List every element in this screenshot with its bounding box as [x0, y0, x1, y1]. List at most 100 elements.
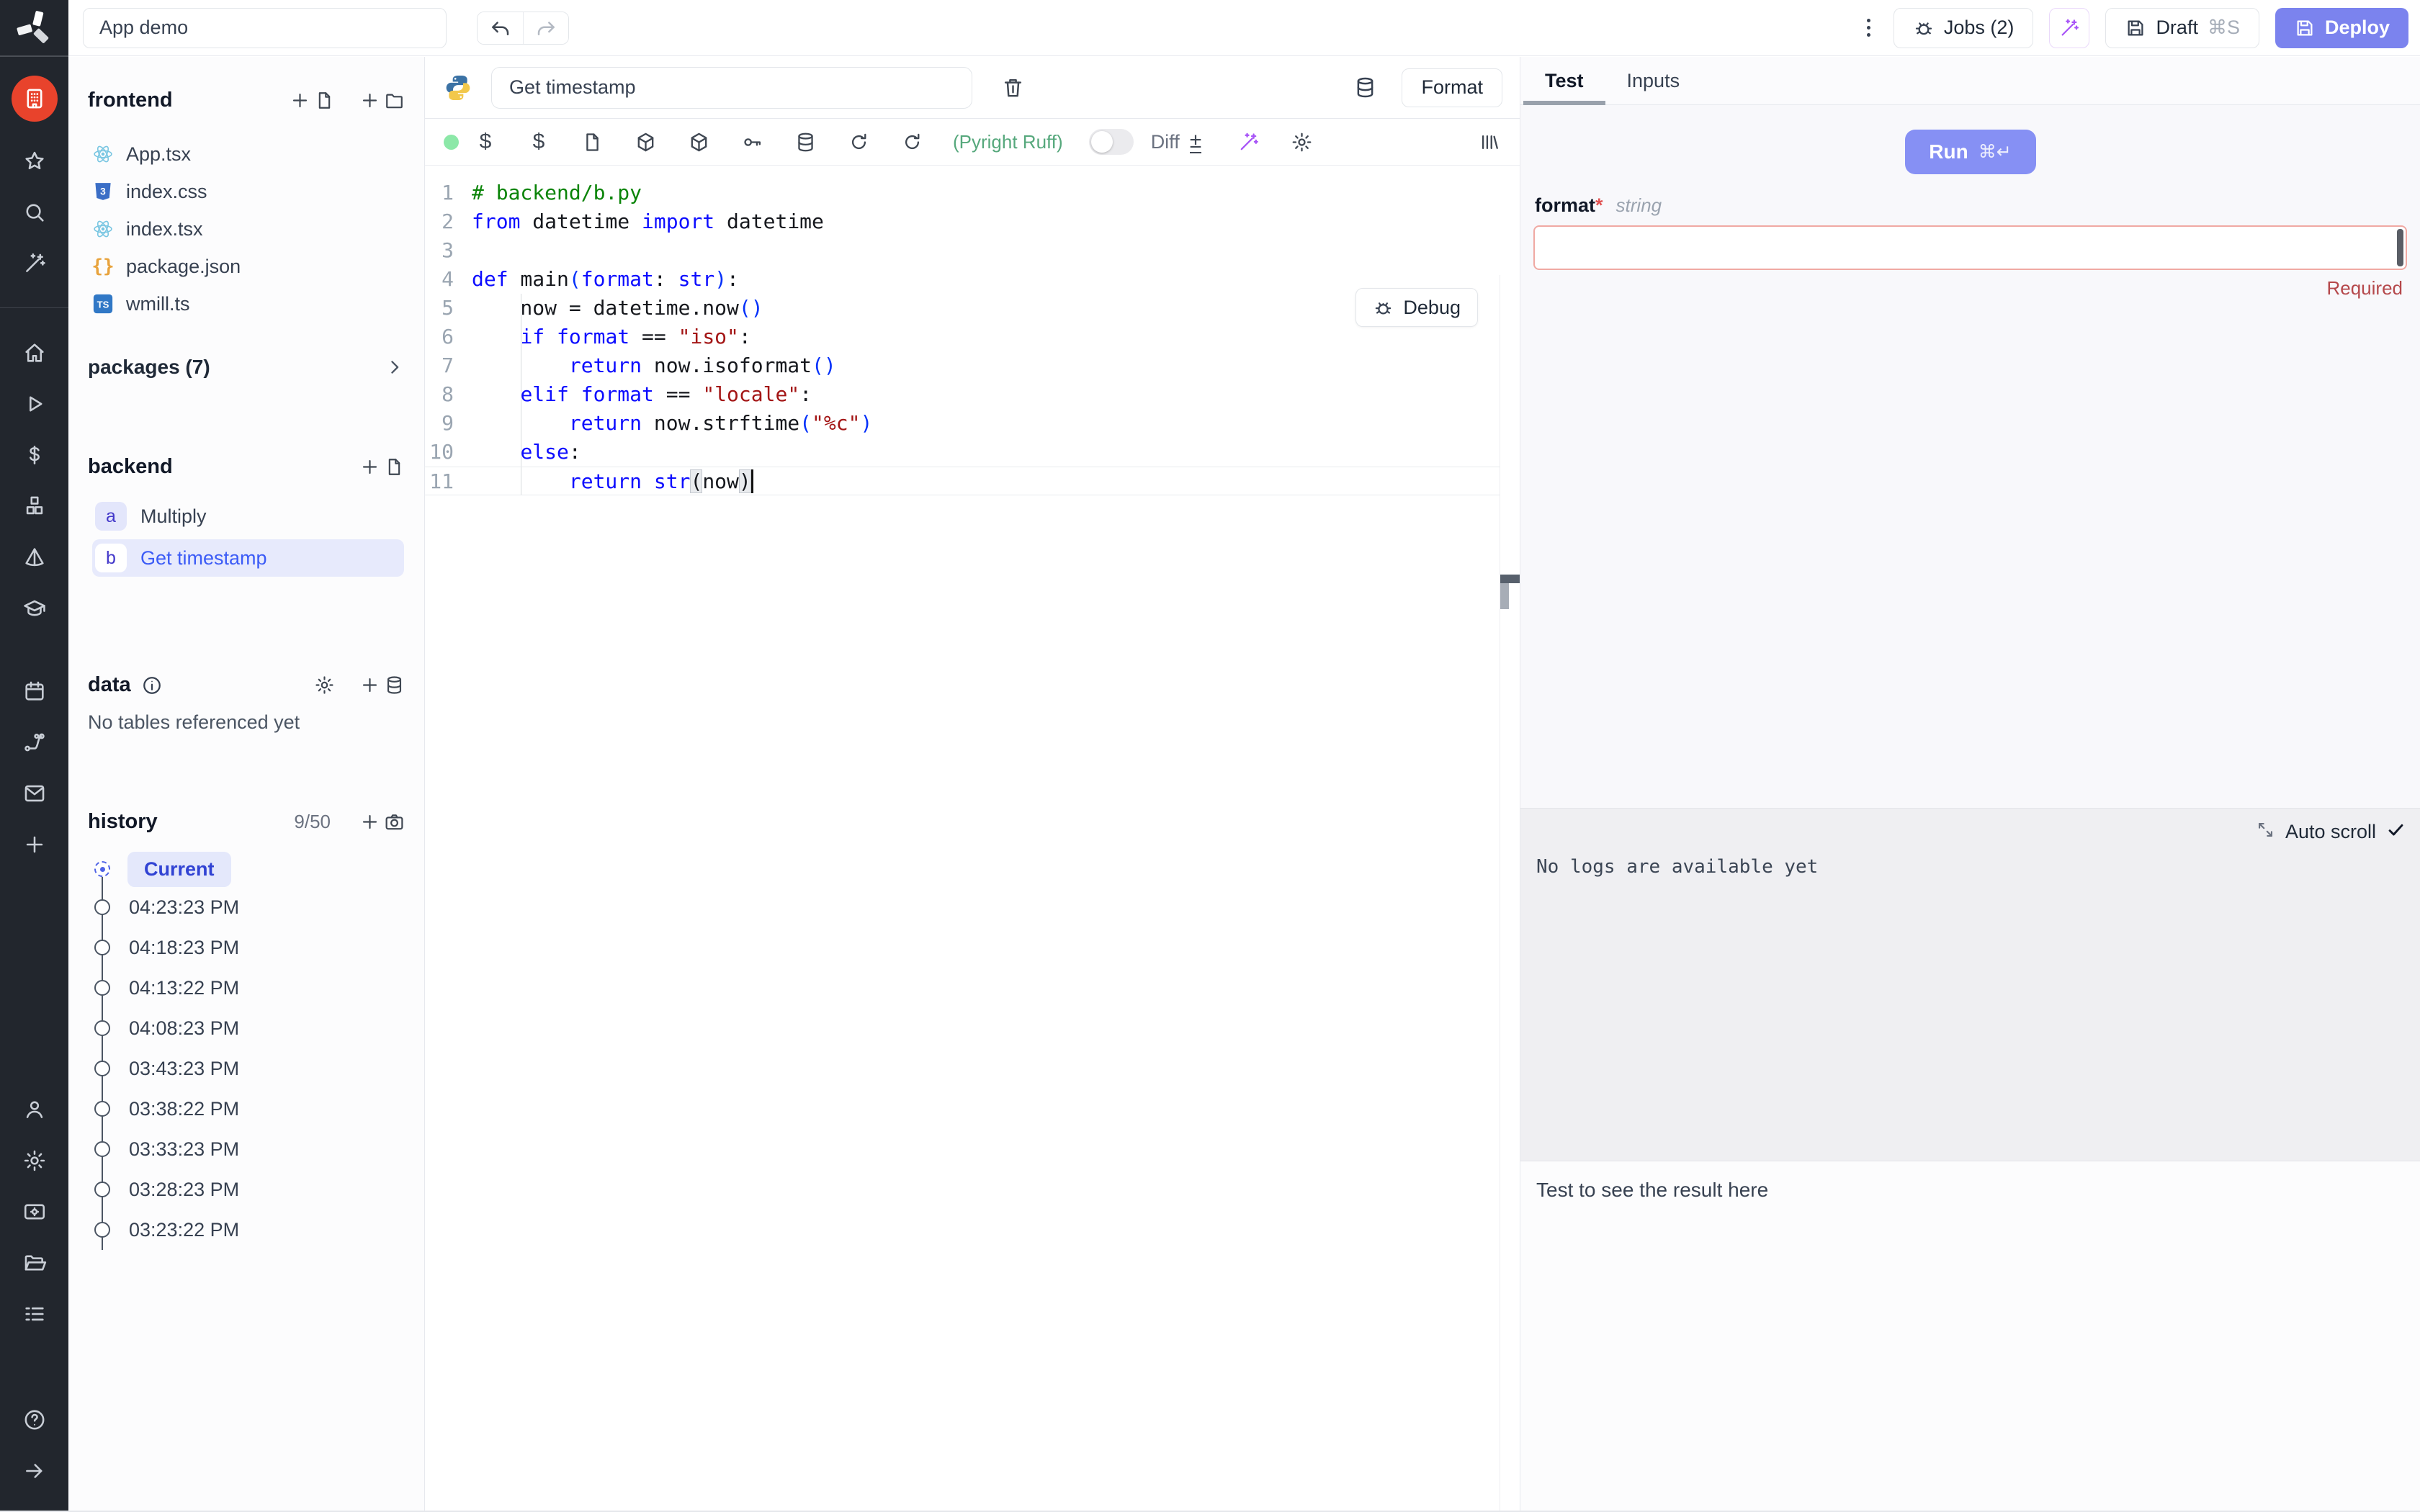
dollar-tool-button[interactable]: $	[526, 130, 551, 154]
expand-logs-button[interactable]	[2256, 820, 2275, 843]
undo-button[interactable]	[478, 12, 523, 44]
more-menu-button[interactable]	[1860, 13, 1878, 42]
rail-item-graduation-cap[interactable]	[12, 591, 58, 626]
rail-item-home[interactable]	[12, 336, 58, 370]
rail-item-app-building[interactable]	[12, 76, 58, 122]
code-line-10[interactable]: 10 else:	[425, 438, 1520, 467]
package-tool-button[interactable]	[686, 130, 711, 154]
rail-item-mail[interactable]	[12, 776, 58, 811]
undo-redo-group	[477, 12, 569, 45]
rail-item-prism[interactable]	[12, 540, 58, 575]
editor-scrollbar[interactable]	[1500, 275, 1520, 1512]
rail-item-play[interactable]	[12, 387, 58, 421]
history-entry-row[interactable]: 04:08:23 PM	[68, 1008, 424, 1048]
rail-item-calendar[interactable]	[12, 674, 58, 708]
code-line-8[interactable]: 8 elif format == "locale":	[425, 380, 1520, 409]
debug-button[interactable]: Debug	[1355, 288, 1478, 327]
rail-item-user[interactable]	[12, 1092, 58, 1127]
diff-plusminus-icon[interactable]: ±	[1190, 130, 1201, 153]
tab-inputs[interactable]: Inputs	[1605, 57, 1702, 104]
add-file-button[interactable]	[290, 90, 335, 111]
code-line-7[interactable]: 7 return now.isoformat()	[425, 351, 1520, 380]
library-button[interactable]	[1476, 130, 1501, 154]
code-line-9[interactable]: 9 return now.strftime("%c")	[425, 409, 1520, 438]
code-line-11[interactable]: 11 return str(now)	[425, 467, 1520, 495]
add-folder-button[interactable]	[359, 90, 405, 111]
app-title-input[interactable]	[83, 8, 447, 48]
file-tool-button[interactable]	[580, 130, 604, 154]
code-line-1[interactable]: 1# backend/b.py	[425, 179, 1520, 207]
home-icon	[22, 341, 47, 365]
jobs-button[interactable]: Jobs (2)	[1894, 8, 2034, 48]
take-snapshot-button[interactable]	[359, 811, 405, 832]
add-script-button[interactable]	[359, 456, 405, 477]
rail-item-magic-wand[interactable]	[12, 246, 58, 281]
code-area[interactable]: 1# backend/b.py2from datetime import dat…	[425, 166, 1520, 1512]
mail-icon	[22, 781, 47, 806]
script-row-get-timestamp[interactable]: bGet timestamp	[92, 539, 404, 577]
history-entry-row[interactable]: 04:18:23 PM	[68, 927, 424, 968]
refresh-tool-button[interactable]	[846, 130, 871, 154]
rail-item-list[interactable]	[12, 1297, 58, 1331]
refresh-tool-button[interactable]	[900, 130, 924, 154]
frontend-file-list: App.tsx3index.cssindex.tsx{}package.json…	[68, 135, 424, 323]
checker-label[interactable]: (Pyright Ruff)	[953, 131, 1063, 153]
file-row-package.json[interactable]: {}package.json	[68, 248, 424, 285]
rail-item-arrow-right[interactable]	[12, 1454, 58, 1488]
run-button[interactable]: Run ⌘↵	[1905, 130, 2036, 174]
scrollbar-thumb[interactable]	[1500, 583, 1509, 609]
rail-item-gear[interactable]	[12, 1143, 58, 1178]
format-input[interactable]	[1535, 227, 2406, 269]
code-line-6[interactable]: 6 if format == "iso":	[425, 323, 1520, 351]
file-row-wmill.ts[interactable]: TSwmill.ts	[68, 285, 424, 323]
file-row-index.tsx[interactable]: index.tsx	[68, 210, 424, 248]
dollar-tool-button[interactable]: $	[473, 130, 498, 154]
rail-item-dollar[interactable]	[12, 438, 58, 472]
packages-row[interactable]: packages (7)	[88, 348, 405, 386]
windmill-logo[interactable]	[15, 9, 54, 48]
history-entry-row[interactable]: 03:38:22 PM	[68, 1089, 424, 1129]
history-entry-row[interactable]: 04:23:23 PM	[68, 887, 424, 927]
datasources-button[interactable]	[1353, 76, 1377, 99]
rail-item-star[interactable]	[12, 144, 58, 179]
code-line-2[interactable]: 2from datetime import datetime	[425, 207, 1520, 236]
code-line-3[interactable]: 3	[425, 236, 1520, 265]
delete-script-button[interactable]	[1001, 76, 1025, 99]
textarea-scrollbar[interactable]	[2397, 229, 2403, 266]
add-table-button[interactable]	[359, 675, 405, 696]
key-tool-button[interactable]	[740, 130, 764, 154]
rail-item-search[interactable]	[12, 195, 58, 230]
rail-item-cubes[interactable]	[12, 489, 58, 523]
draft-label: Draft	[2156, 17, 2198, 39]
ai-wand-button[interactable]	[2049, 8, 2089, 48]
history-entry-row[interactable]: 03:33:23 PM	[68, 1129, 424, 1169]
draft-button[interactable]: Draft ⌘S	[2105, 8, 2259, 48]
code-line-4[interactable]: 4def main(format: str):	[425, 265, 1520, 294]
editor-settings-button[interactable]	[1289, 130, 1314, 154]
data-settings-button[interactable]	[314, 675, 335, 696]
history-entry-row[interactable]: 03:28:23 PM	[68, 1169, 424, 1210]
history-entry-row[interactable]: 03:23:22 PM	[68, 1210, 424, 1250]
format-button[interactable]: Format	[1402, 68, 1502, 107]
file-row-index.css[interactable]: 3index.css	[68, 173, 424, 210]
diff-toggle[interactable]	[1089, 129, 1134, 155]
script-row-multiply[interactable]: aMultiply	[92, 498, 404, 535]
history-current-row[interactable]: Current	[68, 851, 424, 887]
auto-scroll-checkbox[interactable]	[2386, 820, 2406, 843]
rail-item-plus[interactable]	[12, 827, 58, 862]
ai-assistant-button[interactable]	[1236, 130, 1260, 154]
deploy-button[interactable]: Deploy	[2275, 8, 2408, 48]
history-entry-row[interactable]: 03:43:23 PM	[68, 1048, 424, 1089]
rail-item-folder-open[interactable]	[12, 1246, 58, 1280]
redo-button[interactable]	[523, 12, 568, 44]
package-tool-button[interactable]	[633, 130, 658, 154]
rail-item-flow[interactable]	[12, 725, 58, 760]
script-name-input[interactable]	[491, 67, 972, 109]
rail-item-help[interactable]	[12, 1403, 58, 1437]
history-entry-row[interactable]: 04:13:22 PM	[68, 968, 424, 1008]
rail-item-worker-card[interactable]	[12, 1194, 58, 1229]
database-tool-button[interactable]	[793, 130, 817, 154]
tab-test[interactable]: Test	[1523, 57, 1605, 104]
braces-icon: {}	[91, 256, 114, 277]
file-row-App.tsx[interactable]: App.tsx	[68, 135, 424, 173]
